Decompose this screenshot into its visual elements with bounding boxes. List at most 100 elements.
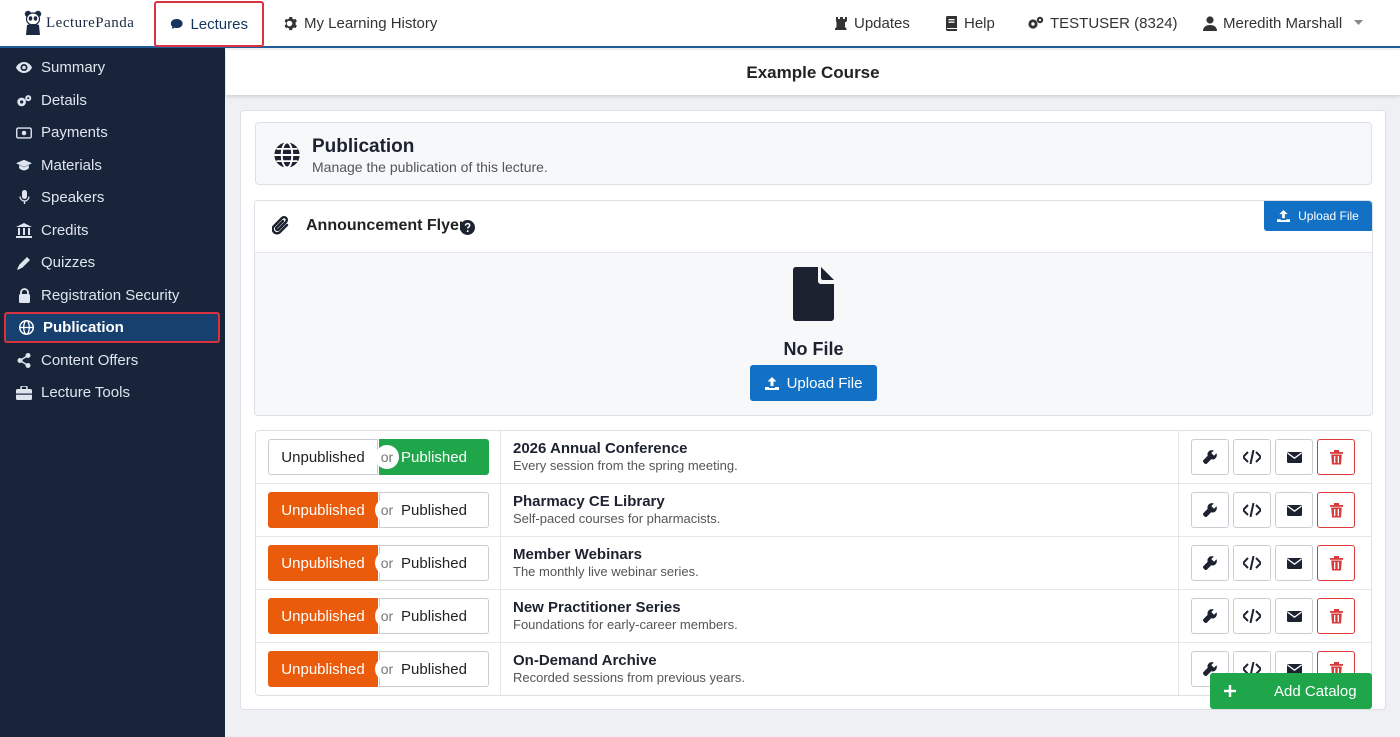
configure-button[interactable] (1191, 545, 1229, 581)
published-label: Published (401, 501, 467, 519)
nav-user-menu[interactable]: Meredith Marshall (1203, 0, 1364, 46)
catalog-description: The monthly live webinar series. (513, 564, 699, 579)
publication-header: Publication Manage the publication of th… (255, 122, 1372, 185)
unpublished-button[interactable]: Unpublished (268, 492, 378, 528)
sidebar-item-payments[interactable]: Payments (4, 117, 220, 148)
publish-toggle: Unpublished Published or (268, 651, 489, 687)
catalog-row: Unpublished Published or New Practitione… (256, 590, 1371, 643)
published-label: Published (401, 554, 467, 572)
cogs-icon (1028, 16, 1044, 29)
help-circle-icon[interactable] (460, 220, 475, 235)
sidebar-item-label: Materials (41, 157, 102, 174)
configure-button[interactable] (1191, 439, 1229, 475)
delete-button[interactable] (1317, 545, 1355, 581)
or-separator: or (375, 604, 399, 628)
sidebar-item-materials[interactable]: Materials (4, 150, 220, 181)
caret-down-icon (1354, 20, 1364, 25)
flyer-header: Announcement Flyer Upload File (255, 201, 1372, 253)
logo-text: LecturePanda (46, 14, 135, 31)
code-icon (1243, 609, 1261, 623)
catalog-description: Foundations for early-career members. (513, 617, 738, 632)
comment-icon (170, 18, 183, 30)
sidebar: Summary Details Payments Materials Speak… (0, 48, 225, 737)
publish-toggle: Unpublished Published or (268, 598, 489, 634)
code-icon (1243, 556, 1261, 570)
delete-button[interactable] (1317, 492, 1355, 528)
catalog-row: Unpublished Published or 2026 Annual Con… (256, 431, 1371, 484)
published-label: Published (401, 607, 467, 625)
embed-code-button[interactable] (1233, 439, 1271, 475)
envelope-icon (1286, 504, 1302, 516)
sidebar-item-details[interactable]: Details (4, 85, 220, 116)
envelope-icon (1286, 451, 1302, 463)
nav-account[interactable]: TESTUSER (8324) (1027, 0, 1178, 46)
microphone-icon (18, 190, 30, 204)
upload-file-small-button[interactable]: Upload File (1264, 201, 1372, 231)
panda-icon (24, 10, 42, 35)
logo[interactable]: LecturePanda (24, 10, 134, 36)
unpublished-label: Unpublished (281, 448, 365, 466)
nav-updates[interactable]: Updates (835, 0, 910, 46)
email-button[interactable] (1275, 492, 1313, 528)
catalog-name: 2026 Annual Conference (513, 440, 688, 457)
sidebar-item-publication[interactable]: Publication (4, 312, 220, 343)
or-separator: or (375, 551, 399, 575)
add-catalog-button[interactable]: Add Catalog (1210, 673, 1372, 709)
sidebar-item-label: Credits (41, 222, 89, 239)
money-icon (16, 126, 32, 139)
sidebar-item-credits[interactable]: Credits (4, 215, 220, 246)
configure-button[interactable] (1191, 598, 1229, 634)
publication-card: Publication Manage the publication of th… (240, 110, 1386, 710)
configure-button[interactable] (1191, 492, 1229, 528)
nav-user-label: Meredith Marshall (1223, 14, 1343, 32)
sidebar-item-content-offers[interactable]: Content Offers (4, 345, 220, 376)
catalog-row: Unpublished Published or Member Webinars… (256, 537, 1371, 590)
column-divider (500, 643, 501, 695)
unpublished-button[interactable]: Unpublished (268, 651, 378, 687)
unpublished-button[interactable]: Unpublished (268, 439, 378, 475)
email-button[interactable] (1275, 545, 1313, 581)
tab-lectures-label: Lectures (190, 15, 248, 33)
unpublished-button[interactable]: Unpublished (268, 598, 378, 634)
catalog-table: Unpublished Published or 2026 Annual Con… (255, 430, 1372, 696)
sidebar-item-label: Speakers (41, 189, 105, 206)
toolbox-icon (16, 385, 32, 400)
column-divider (1178, 484, 1179, 537)
email-button[interactable] (1275, 439, 1313, 475)
trash-icon (1329, 555, 1343, 570)
publication-subtitle: Manage the publication of this lecture. (312, 159, 548, 175)
embed-code-button[interactable] (1233, 492, 1271, 528)
publish-toggle: Unpublished Published or (268, 439, 489, 475)
email-button[interactable] (1275, 598, 1313, 634)
column-divider (500, 484, 501, 537)
top-navbar: LecturePanda Lectures My Learning Histor… (0, 0, 1400, 48)
tab-my-learning-history-label: My Learning History (304, 14, 438, 32)
catalog-name: Member Webinars (513, 546, 642, 563)
nav-updates-label: Updates (854, 14, 910, 32)
no-file-label: No File (783, 339, 844, 359)
delete-button[interactable] (1317, 598, 1355, 634)
nav-help-label: Help (964, 14, 995, 32)
tab-my-learning-history[interactable]: My Learning History (268, 0, 451, 46)
upload-file-button[interactable]: Upload File (750, 365, 877, 401)
delete-button[interactable] (1317, 439, 1355, 475)
tab-lectures[interactable]: Lectures (154, 1, 264, 47)
page-title: Example Course (226, 50, 1400, 95)
globe-icon (274, 141, 300, 169)
sidebar-item-label: Publication (43, 319, 124, 336)
nav-help[interactable]: Help (945, 0, 995, 46)
wrench-icon (1203, 503, 1217, 517)
sidebar-item-speakers[interactable]: Speakers (4, 182, 220, 213)
sidebar-item-quizzes[interactable]: Quizzes (4, 247, 220, 278)
sidebar-item-label: Registration Security (41, 287, 180, 304)
unpublished-button[interactable]: Unpublished (268, 545, 378, 581)
column-divider (500, 431, 501, 484)
unpublished-label: Unpublished (281, 554, 365, 572)
sidebar-item-lecture-tools[interactable]: Lecture Tools (4, 377, 220, 408)
sidebar-item-registration-security[interactable]: Registration Security (4, 280, 220, 311)
lock-icon (18, 288, 30, 303)
envelope-icon (1286, 557, 1302, 569)
sidebar-item-summary[interactable]: Summary (4, 52, 220, 83)
embed-code-button[interactable] (1233, 545, 1271, 581)
embed-code-button[interactable] (1233, 598, 1271, 634)
